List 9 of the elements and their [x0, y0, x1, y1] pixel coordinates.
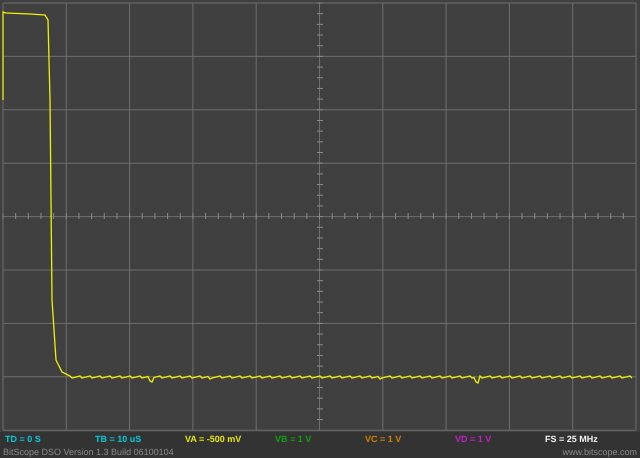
website-url: www.bitscope.com [562, 446, 637, 458]
channel-readout: VD = 1 V [455, 434, 492, 444]
channel-readout: VC = 1 V [365, 434, 402, 444]
version-text: BitScope DSO Version 1.3 Build 06100104 [3, 446, 174, 458]
channel-readout: FS = 25 MHz [545, 434, 598, 444]
channel-readout: TB = 10 uS [95, 434, 142, 444]
channel-readout: TD = 0 S [5, 434, 41, 444]
channel-readout: VB = 1 V [275, 434, 312, 444]
channel-readout: VA = -500 mV [185, 434, 242, 444]
